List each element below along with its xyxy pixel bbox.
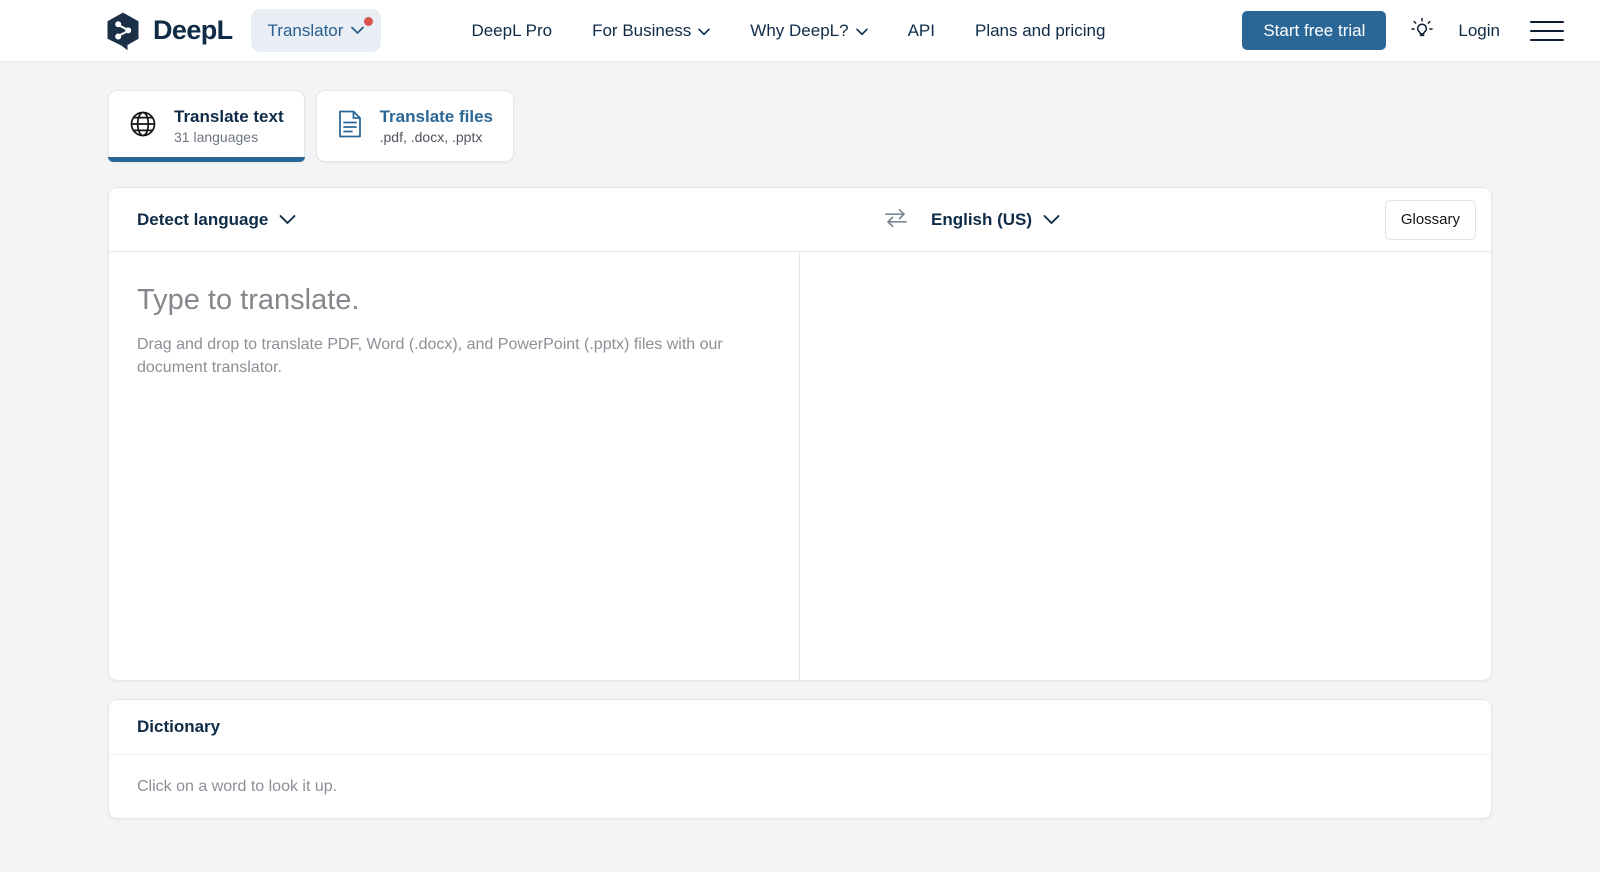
dictionary-header: Dictionary [109, 700, 1491, 755]
swap-languages-button[interactable] [879, 203, 913, 237]
nav-item-label: For Business [592, 20, 692, 40]
chevron-down-icon [855, 21, 868, 41]
target-language-selector[interactable]: English (US) [931, 210, 1060, 230]
source-language-label: Detect language [137, 209, 269, 229]
swap-arrows-icon [883, 207, 909, 232]
nav-item-plans-and-pricing[interactable]: Plans and pricing [955, 21, 1125, 41]
target-text-output[interactable] [800, 252, 1491, 680]
nav-item-label: DeepL Pro [471, 20, 553, 40]
tab-text-group: Translate text 31 languages [174, 107, 284, 146]
hamburger-menu-icon[interactable] [1530, 18, 1564, 44]
tab-title: Translate files [379, 106, 493, 126]
product-switcher-label: Translator [267, 21, 344, 40]
nav-item-label: API [907, 20, 935, 40]
dictionary-card: Dictionary Click on a word to look it up… [108, 699, 1492, 819]
chevron-down-icon [1043, 210, 1060, 230]
lightbulb-icon [1409, 16, 1435, 45]
nav-item-why-deepl[interactable]: Why DeepL? [730, 21, 887, 41]
source-language-selector[interactable]: Detect language [137, 210, 296, 230]
tab-title: Translate text [174, 106, 284, 126]
glossary-button[interactable]: Glossary [1384, 199, 1476, 240]
product-switcher[interactable]: Translator [250, 9, 382, 52]
document-icon [336, 109, 364, 144]
hamburger-bar [1530, 38, 1564, 41]
chevron-down-icon [351, 22, 365, 40]
theme-toggle-button[interactable] [1406, 15, 1438, 47]
hamburger-bar [1530, 20, 1564, 23]
source-text-input[interactable]: Type to translate. Drag and drop to tran… [109, 252, 800, 680]
mode-tabs: Translate text 31 languages Translate fi… [0, 62, 1600, 162]
dictionary-body: Click on a word to look it up. [109, 755, 1491, 818]
main-navigation: DeepL Pro For Business Why DeepL? API Pl… [451, 21, 1125, 41]
tab-subtitle: 31 languages [174, 129, 259, 146]
tab-subtitle: .pdf, .docx, .pptx [379, 129, 483, 146]
target-language-label: English (US) [931, 209, 1033, 229]
hamburger-bar [1530, 29, 1564, 32]
tab-translate-files[interactable]: Translate files .pdf, .docx, .pptx [315, 90, 514, 162]
start-free-trial-button[interactable]: Start free trial [1242, 11, 1387, 50]
nav-item-label: Plans and pricing [974, 20, 1106, 40]
source-placeholder: Type to translate. [137, 284, 360, 316]
nav-item-for-business[interactable]: For Business [572, 21, 730, 41]
translator-card: Detect language English (US) Glossary Ty… [108, 187, 1492, 681]
translation-panes: Type to translate. Drag and drop to tran… [109, 252, 1491, 680]
nav-item-api[interactable]: API [888, 21, 955, 41]
chevron-down-icon [279, 210, 296, 230]
login-link[interactable]: Login [1458, 21, 1500, 41]
brand-name: DeepL [153, 15, 233, 45]
source-drag-drop-hint: Drag and drop to translate PDF, Word (.d… [137, 336, 723, 376]
nav-item-label: Why DeepL? [750, 20, 849, 40]
dictionary-title: Dictionary [137, 717, 221, 736]
chevron-down-icon [698, 21, 711, 41]
dictionary-hint: Click on a word to look it up. [137, 777, 338, 795]
tab-translate-text[interactable]: Translate text 31 languages [108, 90, 305, 162]
deepl-logo-icon [104, 11, 142, 51]
brand-logo[interactable]: DeepL [104, 11, 233, 51]
globe-icon [128, 109, 158, 144]
language-bar: Detect language English (US) Glossary [109, 188, 1491, 252]
nav-item-deepl-pro[interactable]: DeepL Pro [451, 21, 572, 41]
tab-text-group: Translate files .pdf, .docx, .pptx [380, 107, 493, 146]
notification-dot [364, 17, 374, 26]
site-header: DeepL Translator DeepL Pro For Business … [0, 0, 1600, 62]
